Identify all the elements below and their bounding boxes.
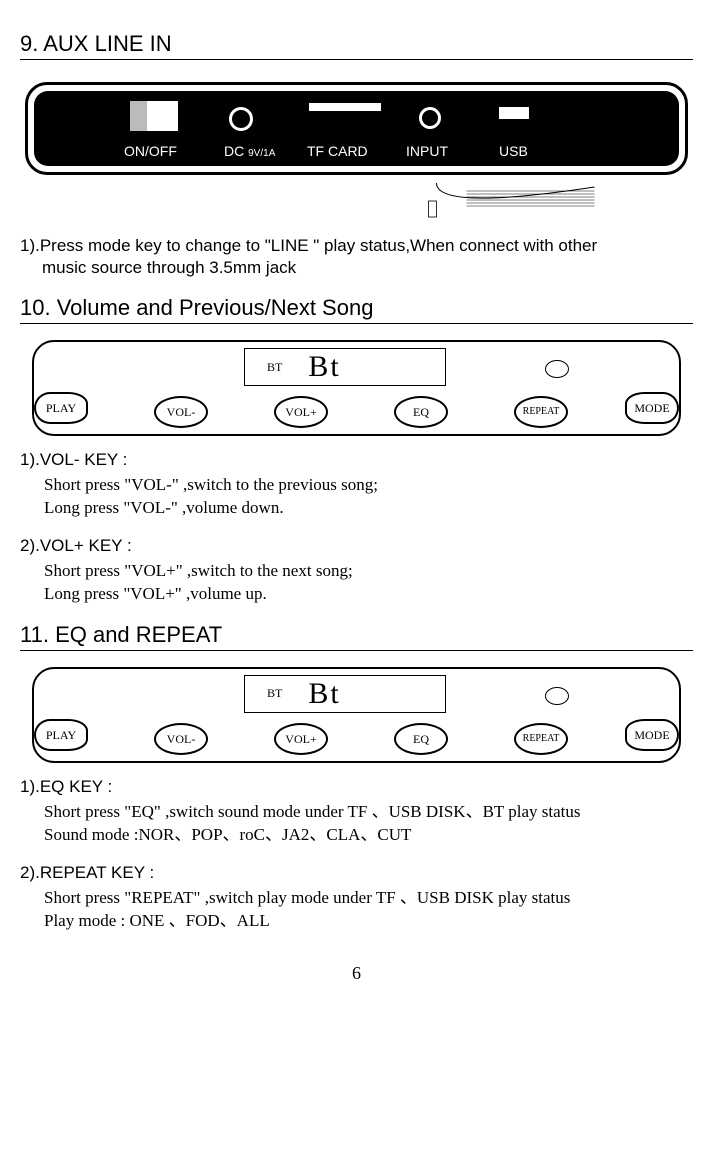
lcd-display-2: BT Bt [244,675,446,713]
eq-button-2: EQ [394,723,448,755]
vol-minus-button-2: VOL- [154,723,208,755]
dc-text: DC [224,143,244,159]
instr-line1: 1).Press mode key to change to "LINE " p… [20,236,597,255]
usb-label: USB [499,143,528,159]
play-button-2: PLAY [34,719,88,751]
repeat-desc1: Short press "REPEAT" ,switch play mode u… [44,887,693,910]
mode-button: MODE [625,392,679,424]
vol-minus-heading: 1).VOL- KEY : [20,450,693,470]
vol-minus-desc2: Long press "VOL-" ,volume down. [44,497,693,520]
repeat-button-2: REPEAT [514,723,568,755]
section-9-instruction: 1).Press mode key to change to "LINE " p… [20,235,693,279]
vol-plus-button-2: VOL+ [274,723,328,755]
dc-port-shape [229,107,253,131]
repeat-heading: 2).REPEAT KEY : [20,863,693,883]
onoff-label: ON/OFF [124,143,177,159]
display-small-text: BT [267,360,282,375]
input-jack-shape [419,107,441,129]
usb-port-shape [499,107,529,119]
vol-plus-desc2: Long press "VOL+" ,volume up. [44,583,693,606]
tf-label: TF CARD [307,143,368,159]
onoff-switch-shape [130,101,178,131]
vol-plus-heading: 2).VOL+ KEY : [20,536,693,556]
display-large-text-2: Bt [308,677,340,711]
control-panel-diagram-1: BT Bt PLAY VOL- VOL+ EQ REPEAT MODE [32,340,681,436]
eq-desc1: Short press "EQ" ,switch sound mode unde… [44,801,693,824]
ir-sensor-icon-2 [545,687,569,705]
section-9-title: 9. AUX LINE IN [20,31,693,60]
vol-plus-desc1: Short press "VOL+" ,switch to the next s… [44,560,693,583]
vol-minus-desc1: Short press "VOL-" ,switch to the previo… [44,474,693,497]
back-panel-diagram: ON/OFF DC 9V/1A TF CARD INPUT USB [25,82,688,175]
display-large-text: Bt [308,350,340,384]
lcd-display: BT Bt [244,348,446,386]
play-button: PLAY [34,392,88,424]
display-small-text-2: BT [267,686,282,701]
repeat-button: REPEAT [514,396,568,428]
dc-label: DC 9V/1A [224,143,275,159]
vol-minus-button: VOL- [154,396,208,428]
input-label: INPUT [406,143,448,159]
instr-line2: music source through 3.5mm jack [42,258,296,277]
dc-sub-text: 9V/1A [248,148,275,159]
repeat-desc2: Play mode : ONE 、FOD、ALL [44,910,693,933]
mode-button-2: MODE [625,719,679,751]
aux-cable-drawing [20,183,613,219]
section-10-title: 10. Volume and Previous/Next Song [20,295,693,324]
control-panel-diagram-2: BT Bt PLAY VOL- VOL+ EQ REPEAT MODE [32,667,681,763]
section-11-title: 11. EQ and REPEAT [20,622,693,651]
page-number: 6 [20,963,693,984]
eq-heading: 1).EQ KEY : [20,777,693,797]
eq-button: EQ [394,396,448,428]
eq-desc2: Sound mode :NOR、POP、roC、JA2、CLA、CUT [44,824,693,847]
tf-slot-shape [309,103,381,111]
back-panel-inner: ON/OFF DC 9V/1A TF CARD INPUT USB [34,91,679,166]
vol-plus-button: VOL+ [274,396,328,428]
ir-sensor-icon [545,360,569,378]
